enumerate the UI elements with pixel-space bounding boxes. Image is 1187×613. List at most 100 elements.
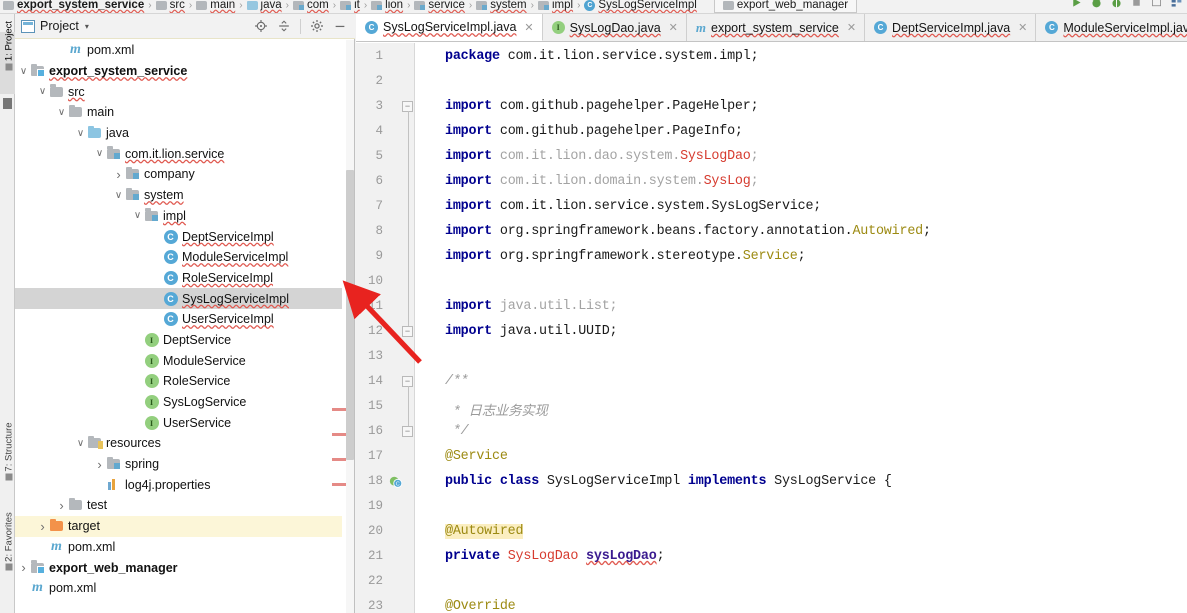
tree-node[interactable]: I ModuleService: [15, 350, 342, 371]
close-icon[interactable]: ✕: [1018, 21, 1027, 34]
breadcrumb-item[interactable]: service: [411, 0, 467, 11]
tree-node-label: main: [87, 105, 115, 120]
tree-node[interactable]: target: [15, 515, 342, 537]
tree-node-label: ModuleService: [163, 353, 246, 368]
stop-icon[interactable]: [1130, 0, 1143, 9]
run-icon[interactable]: [1070, 0, 1083, 9]
tree-node[interactable]: export_web_manager: [15, 557, 342, 578]
chevron-down-icon[interactable]: [55, 107, 68, 118]
breadcrumb-item[interactable]: src: [153, 0, 188, 11]
gear-icon[interactable]: [310, 19, 324, 33]
tree-node[interactable]: src: [15, 81, 342, 102]
tree-node[interactable]: I UserService: [15, 412, 342, 433]
chevron-down-icon[interactable]: [93, 148, 106, 159]
code-token: com.it.lion.domain.system.: [499, 174, 704, 189]
chevron-right-icon[interactable]: [112, 167, 125, 182]
breadcrumb-item[interactable]: C SysLogServiceImpl: [581, 0, 699, 11]
breadcrumb-item[interactable]: lion: [368, 0, 406, 11]
tree-node[interactable]: impl: [15, 206, 342, 227]
tree-node[interactable]: C DeptServiceImpl: [15, 226, 342, 247]
tree-node[interactable]: system: [15, 185, 342, 206]
chevron-down-icon[interactable]: [74, 128, 87, 139]
tree-node[interactable]: spring: [15, 454, 342, 475]
chevron-down-icon[interactable]: [17, 66, 30, 77]
code-line: import com.it.lion.service.system.SysLog…: [445, 199, 821, 214]
editor-tab-bar[interactable]: C SysLogServiceImpl.java ✕ I SysLogDao.java ✕…: [356, 14, 1187, 42]
tree-node[interactable]: C UserServiceImpl: [15, 309, 342, 330]
window-icon[interactable]: [1150, 0, 1163, 9]
tree-node[interactable]: java: [15, 123, 342, 144]
breadcrumb-item[interactable]: impl: [535, 0, 576, 11]
chevron-right-icon[interactable]: [36, 519, 49, 534]
editor-tab[interactable]: m export_system_service ✕: [686, 14, 866, 41]
debug-icon[interactable]: [1090, 0, 1103, 9]
editor-fold-column[interactable]: − − − −: [400, 43, 414, 613]
tree-node[interactable]: company: [15, 164, 342, 185]
tree-node[interactable]: I SysLogService: [15, 392, 342, 413]
implementing-method-icon[interactable]: C: [389, 475, 403, 489]
editor-tab-label: ModuleServiceImpl.java: [1063, 20, 1187, 35]
project-scrollbar-thumb[interactable]: [346, 170, 354, 460]
interface-icon: I: [144, 395, 159, 410]
close-icon[interactable]: ✕: [524, 21, 533, 34]
package-icon: [537, 0, 549, 10]
module-folder-icon: [31, 63, 45, 78]
chevron-down-icon[interactable]: [131, 210, 144, 221]
editor-tab[interactable]: C DeptServiceImpl.java ✕: [865, 14, 1037, 41]
run-configuration-selector[interactable]: export_web_manager: [713, 0, 858, 13]
chevron-right-icon[interactable]: [17, 560, 30, 575]
editor-tab[interactable]: C ModuleServiceImpl.java: [1036, 14, 1187, 41]
tree-node[interactable]: log4j.properties: [15, 474, 342, 495]
breadcrumb-item[interactable]: java: [244, 0, 285, 11]
tree-node-label: pom.xml: [49, 581, 97, 596]
tree-node[interactable]: C RoleServiceImpl: [15, 268, 342, 289]
tree-node-label: impl: [163, 208, 186, 223]
editor-tab[interactable]: C SysLogServiceImpl.java ✕: [356, 14, 543, 41]
breadcrumb-item[interactable]: it: [337, 0, 363, 11]
close-icon[interactable]: ✕: [847, 21, 856, 34]
breadcrumb-item[interactable]: system: [473, 0, 529, 11]
breadcrumb-item[interactable]: main: [193, 0, 238, 11]
code-token: com.github.pagehelper.PageHelper;: [499, 99, 759, 114]
tree-node[interactable]: C SysLogServiceImpl: [15, 288, 342, 309]
close-icon[interactable]: ✕: [669, 21, 678, 34]
tree-node-label: src: [68, 84, 85, 99]
project-tree[interactable]: m pom.xml export_system_servicesrcmain java…: [15, 40, 342, 613]
breadcrumb-item[interactable]: export_system_service: [0, 0, 147, 11]
tree-node[interactable]: m pom.xml: [15, 537, 342, 558]
collapse-all-icon[interactable]: [277, 19, 291, 33]
tree-node[interactable]: test: [15, 495, 342, 516]
chevron-down-icon[interactable]: ▾: [85, 22, 89, 31]
breadcrumb[interactable]: export_system_service › src › main › java › com ›…: [0, 0, 858, 13]
chevron-right-icon[interactable]: [93, 457, 106, 472]
editor-tab[interactable]: I SysLogDao.java ✕: [542, 14, 687, 41]
tool-window-square-icon: [3, 98, 12, 109]
line-number: 4: [375, 124, 383, 138]
layout-icon[interactable]: [1170, 0, 1183, 9]
interface-icon: I: [144, 415, 159, 430]
maven-icon: m: [32, 580, 43, 596]
package-icon: [107, 456, 120, 470]
tree-node[interactable]: m pom.xml: [15, 578, 342, 599]
tree-node[interactable]: resources: [15, 433, 342, 454]
tree-node[interactable]: main: [15, 102, 342, 123]
tree-node-label: UserService: [163, 415, 232, 430]
code-view[interactable]: package com.it.lion.service.system.impl;…: [415, 43, 1187, 613]
tree-node[interactable]: I RoleService: [15, 371, 342, 392]
tree-node[interactable]: export_system_service: [15, 61, 342, 82]
chevron-right-icon[interactable]: [55, 498, 68, 513]
tree-node[interactable]: I DeptService: [15, 330, 342, 351]
locate-in-tree-icon[interactable]: [254, 19, 268, 33]
chevron-down-icon[interactable]: [112, 190, 125, 201]
minimize-icon[interactable]: [333, 19, 347, 33]
tree-node[interactable]: m pom.xml: [15, 40, 342, 61]
tree-node[interactable]: C ModuleServiceImpl: [15, 247, 342, 268]
tool-window-tab-label: 1: Project: [3, 20, 15, 62]
code-fold-toggle[interactable]: −: [402, 326, 413, 337]
chevron-down-icon[interactable]: [74, 438, 87, 449]
run-coverage-icon[interactable]: [1110, 0, 1123, 9]
code-fold-toggle[interactable]: −: [402, 426, 413, 437]
breadcrumb-item[interactable]: com: [290, 0, 332, 11]
tree-node[interactable]: com.it.lion.service: [15, 143, 342, 164]
chevron-down-icon[interactable]: [36, 86, 49, 97]
